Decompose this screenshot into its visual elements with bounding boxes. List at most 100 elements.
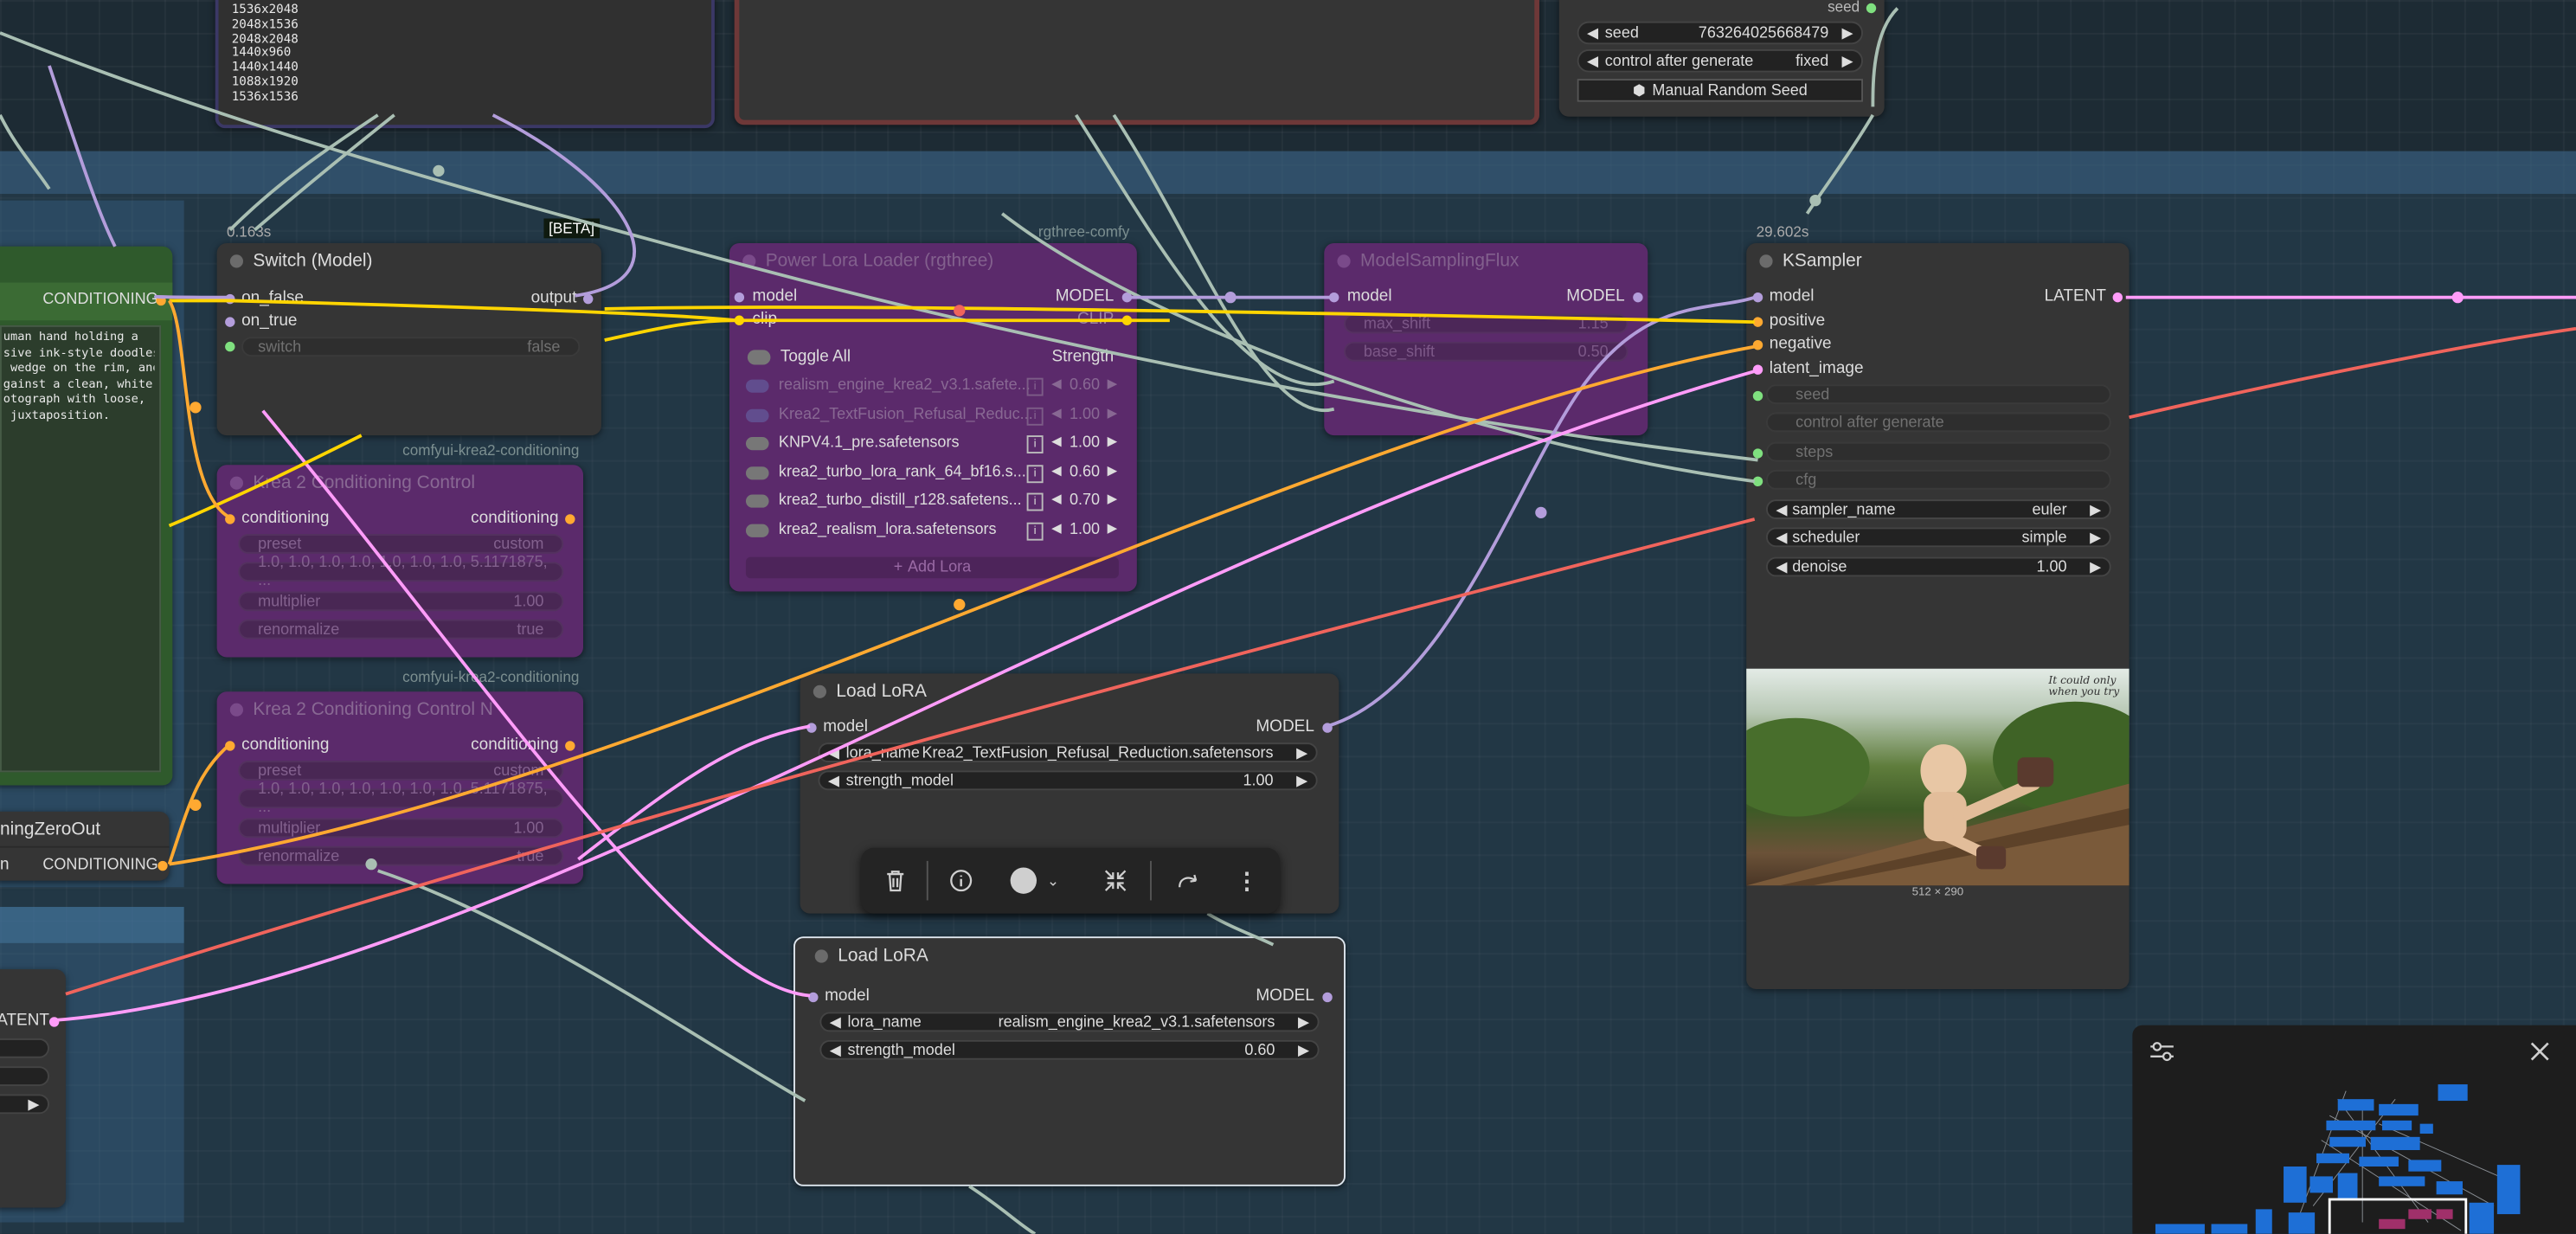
latent-width-widget[interactable] (0, 1038, 49, 1058)
lora-toggle-switch[interactable] (745, 524, 769, 537)
switch-model-node[interactable]: Switch (Model) on_false on_true output s… (216, 242, 601, 436)
top-red-node[interactable] (734, 0, 1539, 125)
minimap-panel[interactable] (2132, 1025, 2576, 1234)
output-dot[interactable] (1322, 992, 1333, 1003)
decrement-arrow-icon[interactable]: ◀ (1051, 492, 1062, 506)
weights-widget[interactable]: 1.0, 1.0, 1.0, 1.0, 1.0, 1.0, 1.0, 5.117… (238, 554, 564, 590)
base-shift-widget[interactable]: base_shift 0.50 (1344, 341, 1628, 362)
lora-row[interactable]: krea2_realism_lora.safetensors i ◀ 1.00 ▶ (745, 519, 1124, 543)
power-lora-loader-node[interactable]: Power Lora Loader (rgthree) model clip M… (729, 242, 1137, 592)
prompt-node[interactable]: CONDITIONING uman hand holding a sive in… (0, 246, 173, 786)
output-dot[interactable] (1121, 315, 1133, 325)
seed-input-dot[interactable] (1752, 390, 1763, 402)
seed-output-dot[interactable] (1866, 3, 1877, 14)
lora-toggle-switch[interactable] (745, 408, 769, 422)
weights-widget[interactable]: 1.0, 1.0, 1.0, 1.0, 1.0, 1.0, 1.0, 5.117… (238, 781, 564, 817)
control-after-generate-widget[interactable]: ◀ control after generate fixed ▶ (1577, 48, 1864, 73)
increment-arrow-icon[interactable]: ▶ (2090, 528, 2101, 546)
group-left-lower-header[interactable] (0, 907, 184, 943)
info-icon[interactable]: i (1026, 377, 1044, 396)
increment-arrow-icon[interactable]: ▶ (1841, 52, 1853, 70)
input-dot[interactable] (225, 341, 235, 352)
lora-toggle-switch[interactable] (745, 466, 769, 480)
delete-button[interactable] (874, 848, 916, 914)
lora-toggle-switch[interactable] (745, 494, 769, 508)
lora-name-widget[interactable]: ◀ lora_name Krea2_TextFusion_Refusal_Red… (818, 742, 1318, 762)
decrement-arrow-icon[interactable]: ◀ (1051, 463, 1062, 478)
increment-arrow-icon[interactable]: ▶ (1108, 376, 1118, 391)
info-button[interactable] (940, 848, 982, 914)
add-lora-button[interactable]: + Add Lora (745, 556, 1119, 579)
resolution-list-node[interactable]: 1536x2048 2048x1536 2048x2048 1440x960 1… (215, 0, 715, 129)
color-picker-button[interactable]: ⌄ (1002, 848, 1068, 914)
collapse-dot-icon[interactable] (1337, 254, 1351, 268)
group-main-header[interactable] (0, 151, 2576, 195)
input-dot[interactable] (808, 992, 819, 1003)
output-dot[interactable] (583, 293, 594, 305)
input-dot[interactable] (1752, 317, 1763, 327)
lora-row[interactable]: realism_engine_krea2_v3.1.safete... i ◀ 0.6… (745, 375, 1124, 398)
info-icon[interactable]: i (1026, 465, 1044, 484)
input-dot[interactable] (806, 723, 817, 733)
bypass-button[interactable] (1166, 848, 1209, 914)
decrement-arrow-icon[interactable]: ◀ (1051, 406, 1062, 421)
decrement-arrow-icon[interactable]: ◀ (1051, 376, 1062, 391)
output-dot[interactable] (2112, 292, 2123, 303)
prompt-output-dot[interactable] (156, 295, 166, 306)
latent-height-widget[interactable] (0, 1066, 49, 1086)
load-lora-node-2[interactable]: Load LoRA model MODEL ◀ lora_name realis… (793, 936, 1346, 1186)
input-dot[interactable] (225, 741, 235, 751)
renormalize-widget[interactable]: renormalize true (238, 619, 564, 639)
multiplier-widget[interactable]: multiplier 1.00 (238, 591, 564, 612)
multiplier-widget[interactable]: multiplier 1.00 (238, 818, 564, 839)
info-icon[interactable]: i (1026, 407, 1044, 426)
toggle-all-switch[interactable] (747, 350, 771, 365)
increment-arrow-icon[interactable]: ▶ (1108, 463, 1118, 478)
increment-arrow-icon[interactable]: ▶ (1298, 1041, 1309, 1059)
decrement-arrow-icon[interactable]: ◀ (828, 771, 839, 789)
decrement-arrow-icon[interactable]: ◀ (1776, 558, 1787, 576)
input-dot[interactable] (1752, 364, 1763, 375)
preset-widget[interactable]: preset custom (238, 534, 564, 554)
switch-widget[interactable]: switch false (241, 337, 581, 357)
increment-arrow-icon[interactable]: ▶ (1841, 24, 1853, 42)
max-shift-widget[interactable]: max_shift 1.15 (1344, 313, 1628, 334)
scheduler-widget[interactable]: ◀ scheduler simple ▶ (1765, 527, 2111, 548)
info-icon[interactable]: i (1026, 522, 1044, 541)
increment-arrow-icon[interactable]: ▶ (1108, 492, 1118, 506)
latent-node[interactable]: ATENT ▶ (0, 969, 66, 1208)
decrement-arrow-icon[interactable]: ◀ (828, 743, 839, 762)
decrement-arrow-icon[interactable]: ◀ (1587, 24, 1598, 42)
increment-arrow-icon[interactable]: ▶ (1298, 1012, 1309, 1031)
input-dot[interactable] (1752, 292, 1763, 303)
input-dot[interactable] (734, 292, 745, 303)
zero-out-output-dot[interactable] (157, 860, 168, 871)
cfg-widget[interactable]: cfg (1765, 469, 2111, 490)
input-dot[interactable] (225, 293, 235, 305)
sampler-name-widget[interactable]: ◀ sampler_name euler ▶ (1765, 499, 2111, 519)
krea-conditioning-control-node[interactable]: Krea 2 Conditioning Control conditioning… (216, 465, 584, 658)
collapse-dot-icon[interactable] (813, 684, 826, 698)
input-dot[interactable] (225, 514, 235, 524)
increment-arrow-icon[interactable]: ▶ (1108, 434, 1118, 448)
input-dot[interactable] (734, 315, 745, 325)
decrement-arrow-icon[interactable]: ◀ (1776, 500, 1787, 518)
manual-random-seed-button[interactable]: ⬢ Manual Random Seed (1577, 79, 1864, 102)
collapse-dot-icon[interactable] (229, 476, 243, 490)
seed-widget[interactable]: ◀ seed 763264025668479 ▶ (1577, 21, 1864, 45)
info-icon[interactable]: i (1026, 435, 1044, 454)
output-dot[interactable] (1633, 292, 1643, 303)
more-options-button[interactable]: ⋮ (1225, 848, 1268, 914)
collapse-dot-icon[interactable] (742, 254, 756, 268)
input-dot[interactable] (1752, 340, 1763, 350)
output-dot[interactable] (565, 514, 575, 524)
increment-arrow-icon[interactable]: ▶ (1108, 521, 1118, 536)
output-dot[interactable] (565, 741, 575, 751)
preview-image[interactable]: It could only when you try (1746, 668, 2130, 886)
strength-model-widget[interactable]: ◀ strength_model 0.60 ▶ (819, 1039, 1320, 1060)
latent-output-dot[interactable] (48, 1017, 60, 1027)
decrement-arrow-icon[interactable]: ◀ (830, 1041, 841, 1059)
output-dot[interactable] (1121, 292, 1133, 303)
ksampler-node[interactable]: KSampler model positive negative latent_… (1746, 242, 2130, 989)
lora-row[interactable]: Krea2_TextFusion_Refusal_Reduc... i ◀ 1.00 ▶ (745, 404, 1124, 427)
